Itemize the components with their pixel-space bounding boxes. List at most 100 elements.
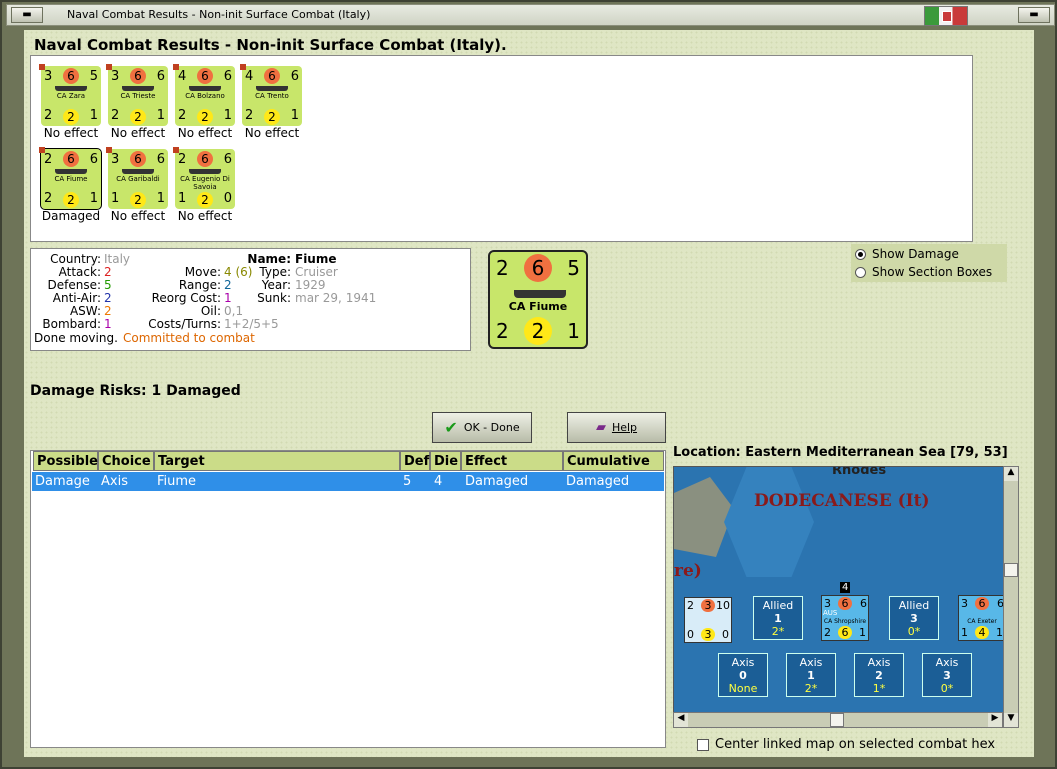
dialog-heading: Naval Combat Results - Non-init Surface …: [34, 36, 507, 54]
unit-counter[interactable]: 3 6 6 CA Garibaldi 1 2 1: [106, 147, 168, 209]
ship2-name: CA Shropshire: [823, 618, 867, 625]
ship2-br: 1: [859, 626, 866, 639]
col-def[interactable]: Def: [400, 451, 430, 471]
ship2-yel: 6: [838, 626, 852, 639]
axis-val-1: 2*: [804, 682, 818, 695]
help-button[interactable]: ▰ Help: [567, 412, 666, 443]
type-value: Cruiser: [295, 265, 338, 279]
counter-br: 1: [156, 108, 165, 123]
axis-box-2[interactable]: Axis 2 1*: [854, 653, 904, 697]
unit-counter[interactable]: 2 6 6 CA Eugenio Di Savoia 1 2 0: [173, 147, 235, 209]
hscroll-thumb[interactable]: [830, 713, 844, 727]
oil-label: Oil:: [200, 304, 221, 318]
counter-red: 6: [197, 68, 213, 84]
window-title: Naval Combat Results - Non-init Surface …: [67, 8, 371, 21]
counter-tl: 2: [178, 152, 187, 167]
axis-num-0: 0: [739, 669, 747, 682]
scroll-right-icon[interactable]: ▶: [988, 713, 1002, 727]
ship1-tr: 10: [716, 599, 730, 612]
unit-counter[interactable]: 3 6 6 CA Trieste 2 2 1: [106, 64, 168, 126]
status-combat-text: Committed to combat: [123, 331, 255, 345]
axis-title-1: Axis: [799, 656, 823, 669]
results-table: Possible Choice Target Def Die Effect Cu…: [30, 450, 666, 748]
scroll-down-icon[interactable]: ▼: [1004, 713, 1018, 727]
counter-br: 1: [223, 108, 232, 123]
map-vertical-scrollbar[interactable]: ▲ ▼: [1003, 466, 1019, 728]
axis-title-0: Axis: [731, 656, 755, 669]
axis-box-1[interactable]: Axis 1 2*: [786, 653, 836, 697]
allied-box-3[interactable]: Allied 3 0*: [889, 596, 939, 640]
status-marker-icon: [173, 64, 179, 70]
ship-icon: [189, 86, 221, 91]
axis-box-0[interactable]: Axis 0 None: [718, 653, 768, 697]
col-effect[interactable]: Effect: [461, 451, 563, 471]
allied-title-3: Allied: [898, 599, 930, 612]
counter-yel: 2: [63, 192, 79, 208]
counter-tr: 6: [89, 152, 98, 167]
rhodes-label: Rhodes: [832, 466, 887, 478]
ship-icon: [189, 169, 221, 174]
unit-counter[interactable]: 4 6 6 CA Bolzano 2 2 1: [173, 64, 235, 126]
sunk-value: mar 29, 1941: [295, 291, 377, 305]
name-value: Fiume: [295, 252, 337, 266]
counter-bl: 2: [245, 108, 254, 123]
checkbox[interactable]: [697, 738, 709, 751]
counter-red: 6: [63, 151, 79, 167]
counter-yel: 2: [130, 192, 146, 208]
radio-selected-icon[interactable]: [855, 248, 866, 260]
cell-target: Fiume: [157, 474, 197, 489]
counter-bl: 2: [111, 108, 120, 123]
status-marker-icon: [240, 64, 246, 70]
cell-die: 4: [434, 474, 443, 489]
col-possible[interactable]: Possible: [33, 451, 98, 471]
col-choice[interactable]: Choice: [98, 451, 154, 471]
checkmark-icon: ✔: [444, 418, 458, 437]
unit-counter[interactable]: 4 6 6 CA Trento 2 2 1: [240, 64, 302, 126]
map-ship-counter-3[interactable]: 3 6 6 CA Exeter 1 4 1: [958, 595, 1006, 641]
linked-map[interactable]: Rhodes DODECANESE (It) re) 2 3 10 0 3 0 …: [673, 466, 1019, 728]
counter-tr: 6: [290, 69, 299, 84]
scroll-left-icon[interactable]: ◀: [674, 713, 688, 727]
center-linked-option[interactable]: Center linked map on selected combat hex: [697, 737, 995, 752]
counter-bl: 1: [178, 191, 187, 206]
scroll-up-icon[interactable]: ▲: [1004, 467, 1018, 481]
hex-tile: [724, 467, 814, 577]
map-ship-counter-2[interactable]: 3 6 6 AUS CA Shropshire 2 6 1: [821, 595, 869, 641]
counter-yel: 2: [130, 109, 146, 125]
center-linked-label: Center linked map on selected combat hex: [715, 737, 996, 752]
reorg-label: Reorg Cost:: [151, 291, 221, 305]
col-target[interactable]: Target: [154, 451, 400, 471]
scroll-thumb[interactable]: [1004, 563, 1018, 577]
counter-name: CA Bolzano: [185, 92, 225, 100]
show-damage-option[interactable]: Show Damage: [855, 247, 959, 261]
unit-result: No effect: [177, 126, 233, 140]
counter-br: 0: [223, 191, 232, 206]
unit-counter[interactable]: 3 6 5 CA Zara 2 2 1: [39, 64, 101, 126]
ok-done-button[interactable]: ✔ OK - Done: [432, 412, 532, 443]
counter-tl: 3: [111, 69, 120, 84]
col-cumulative[interactable]: Cumulative: [563, 451, 664, 471]
col-die[interactable]: Die: [430, 451, 461, 471]
window-menu-button[interactable]: ▬: [11, 7, 43, 23]
counter-tr: 6: [223, 69, 232, 84]
radio-icon[interactable]: [855, 266, 866, 278]
minimize-button[interactable]: ▬: [1018, 7, 1050, 23]
counter-yel: 2: [63, 109, 79, 125]
display-options: Show Damage Show Section Boxes: [851, 244, 1007, 282]
type-label: Type:: [259, 265, 291, 279]
counter-red: 6: [63, 68, 79, 84]
unit-result: No effect: [110, 209, 166, 223]
window-frame: ▬ Naval Combat Results - Non-init Surfac…: [0, 0, 1057, 769]
unit-counter[interactable]: 2 6 6 CA Fiume 2 2 1: [39, 147, 102, 210]
dodecanese-label: DODECANESE (It): [754, 491, 930, 511]
axis-val-2: 1*: [872, 682, 886, 695]
show-section-option[interactable]: Show Section Boxes: [855, 265, 992, 279]
allied-val-1: 2*: [771, 625, 785, 638]
counter-name: CA Zara: [56, 92, 86, 100]
map-horizontal-scrollbar[interactable]: ◀ ▶: [673, 712, 1003, 728]
map-ship-counter-1[interactable]: 2 3 10 0 3 0: [684, 597, 732, 643]
allied-box-1[interactable]: Allied 1 2*: [753, 596, 803, 640]
location-label: Location: Eastern Mediterranean Sea [79,…: [673, 445, 1008, 460]
axis-box-3[interactable]: Axis 3 0*: [922, 653, 972, 697]
axis-num-3: 3: [943, 669, 951, 682]
